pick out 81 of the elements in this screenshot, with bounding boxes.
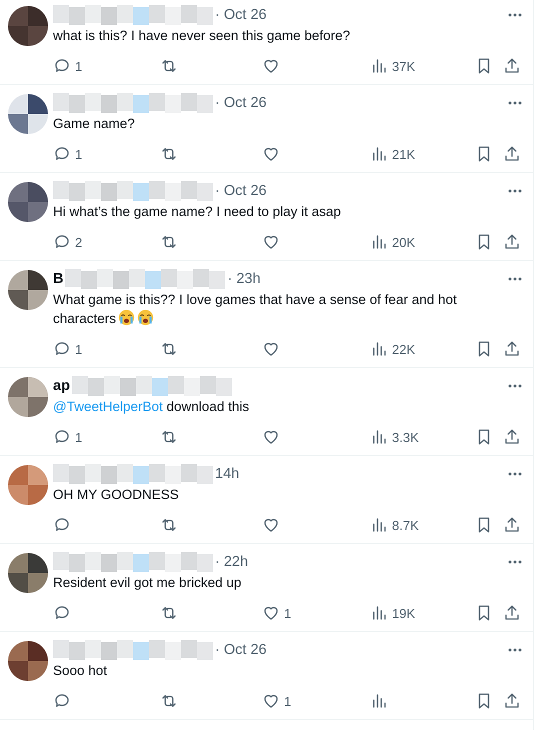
reply-text: Game name?: [53, 115, 136, 133]
reply-text: what is this? I have never seen this game before?: [53, 27, 352, 45]
timestamp[interactable]: · 23h: [227, 271, 261, 287]
share-icon[interactable]: [503, 340, 521, 358]
repost-icon[interactable]: [160, 340, 178, 358]
reply-count: 1: [75, 146, 82, 162]
bar-chart-icon[interactable]: [370, 145, 388, 163]
repost-icon[interactable]: [160, 145, 178, 163]
reply-count: 2: [75, 234, 82, 250]
view-count: 19K: [392, 606, 416, 620]
timestamp[interactable]: · Oct 26: [215, 7, 267, 23]
timestamp[interactable]: 14h: [215, 466, 240, 482]
repost-icon[interactable]: [160, 516, 178, 534]
reply-icon[interactable]: [53, 516, 71, 534]
view-count: 3.3K: [392, 430, 419, 444]
bar-chart-icon[interactable]: [370, 604, 388, 622]
heart-icon[interactable]: [262, 145, 280, 163]
reply-card[interactable]: ap @TweetHelperBot download this 1 3.3K: [0, 368, 533, 456]
reply-icon[interactable]: [53, 233, 71, 251]
reply-count: 1: [75, 58, 82, 74]
share-icon[interactable]: [503, 233, 521, 251]
reply-card[interactable]: 14h OH MY GOODNESS 8.7K: [0, 456, 533, 544]
crying-emoji-icon: [118, 309, 136, 326]
heart-icon[interactable]: [262, 604, 280, 622]
reply-text: @TweetHelperBot download this: [53, 398, 250, 416]
repost-icon[interactable]: [160, 604, 178, 622]
reply-text: OH MY GOODNESS: [53, 486, 180, 504]
repost-icon[interactable]: [160, 233, 178, 251]
bar-chart-icon[interactable]: [370, 516, 388, 534]
reply-card[interactable]: B · 23h What game is this?? I love games that have a sense of fear and hot characters 1 22K: [0, 261, 533, 368]
repost-icon[interactable]: [160, 57, 178, 75]
bar-chart-icon[interactable]: [370, 233, 388, 251]
reply-icon[interactable]: [53, 692, 71, 710]
reply-icon[interactable]: [53, 428, 71, 446]
timestamp[interactable]: · Oct 26: [215, 642, 267, 658]
bar-chart-icon[interactable]: [370, 57, 388, 75]
reply-text: Resident evil got me bricked up: [53, 574, 242, 592]
reply-card[interactable]: · Oct 26 Hi what’s the game name? I need to play it asap 2 20K: [0, 173, 533, 261]
crying-emoji-icon: [137, 309, 154, 326]
view-count: 21K: [392, 146, 416, 162]
share-icon[interactable]: [503, 428, 521, 446]
like-count: 1: [284, 694, 292, 708]
reply-card[interactable]: · Oct 26 what is this? I have never seen this game before? 1 37K: [0, 0, 533, 85]
reply-icon[interactable]: [53, 57, 71, 75]
share-icon[interactable]: [503, 57, 521, 75]
reply-icon[interactable]: [53, 604, 71, 622]
share-icon[interactable]: [503, 692, 521, 710]
heart-icon[interactable]: [262, 57, 280, 75]
bar-chart-icon[interactable]: [370, 428, 388, 446]
bar-chart-icon[interactable]: [370, 340, 388, 358]
heart-icon[interactable]: [262, 516, 280, 534]
repost-icon[interactable]: [160, 428, 178, 446]
like-count: 1: [284, 606, 292, 620]
timestamp[interactable]: · 22h: [215, 554, 248, 570]
reply-text: Hi what’s the game name? I need to play it asap: [53, 203, 342, 221]
heart-icon[interactable]: [262, 233, 280, 251]
reply-count: 1: [75, 430, 82, 444]
reply-icon[interactable]: [53, 145, 71, 163]
reply-card[interactable]: · 22h Resident evil got me bricked up 1 19K: [0, 544, 533, 632]
view-count: 22K: [392, 342, 416, 356]
repost-icon[interactable]: [160, 692, 178, 710]
heart-icon[interactable]: [262, 692, 280, 710]
reply-text: What game is this?? I love games that have a sense of fear and hot characters: [53, 291, 458, 328]
view-count: 20K: [392, 234, 416, 250]
view-count: 8.7K: [392, 518, 419, 532]
timestamp[interactable]: · Oct 26: [215, 183, 267, 199]
reply-count: 1: [75, 342, 82, 356]
heart-icon[interactable]: [262, 428, 280, 446]
user-name[interactable]: ap: [53, 378, 70, 394]
share-icon[interactable]: [503, 516, 521, 534]
timestamp[interactable]: · Oct 26: [215, 95, 267, 111]
heart-icon[interactable]: [262, 340, 280, 358]
reply-card[interactable]: · Oct 26 Sooo hot 1: [0, 632, 533, 720]
reply-card[interactable]: · Oct 26 Game name? 1 21K: [0, 85, 533, 173]
share-icon[interactable]: [503, 145, 521, 163]
share-icon[interactable]: [503, 604, 521, 622]
reply-icon[interactable]: [53, 340, 71, 358]
reply-text: Sooo hot: [53, 662, 108, 680]
view-count: 37K: [392, 58, 416, 74]
bar-chart-icon[interactable]: [370, 692, 388, 710]
user-name[interactable]: B: [53, 271, 64, 287]
